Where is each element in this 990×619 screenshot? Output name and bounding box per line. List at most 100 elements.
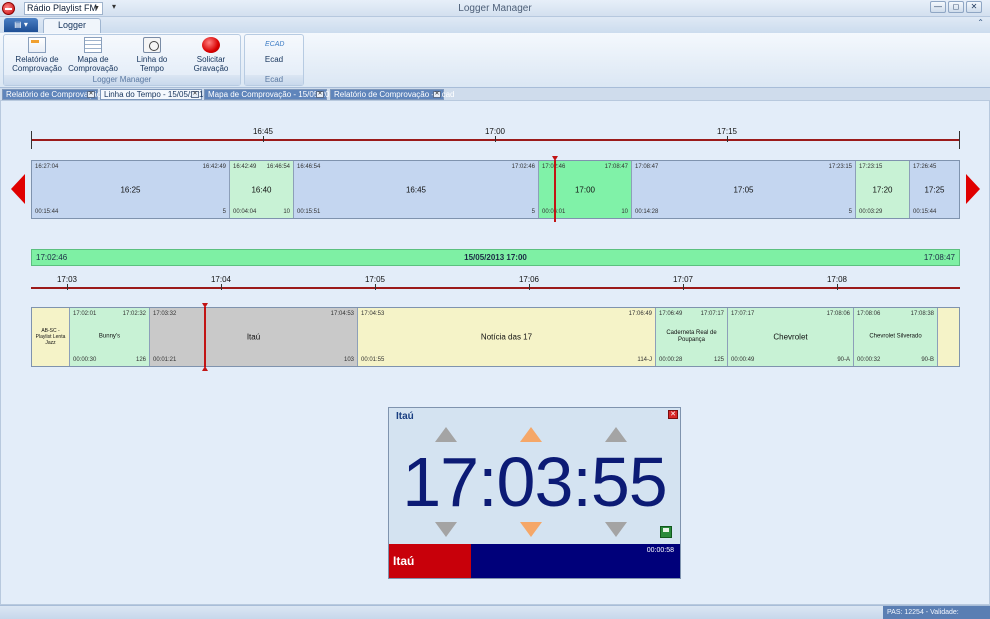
block-start-time: 17:26:45 bbox=[913, 164, 937, 170]
block-end-time: 17:04:53 bbox=[330, 311, 354, 317]
ribbon-collapse-icon[interactable]: ⌃ bbox=[977, 18, 984, 27]
block-start-time: 17:08:47 bbox=[635, 164, 659, 170]
block-code: 90-A bbox=[837, 357, 850, 363]
seconds-up-arrow-icon[interactable] bbox=[605, 427, 627, 442]
next-arrow-icon[interactable] bbox=[966, 174, 980, 204]
block-duration: 00:04:04 bbox=[233, 209, 257, 215]
block-code: 114-J bbox=[637, 357, 652, 363]
close-tab-icon[interactable]: ✕ bbox=[191, 91, 199, 98]
hours-down-arrow-icon[interactable] bbox=[435, 522, 457, 537]
now-playing-name: Itaú bbox=[389, 544, 471, 578]
block-start-time: 16:27:04 bbox=[35, 164, 59, 170]
block-start-time: 17:07:17 bbox=[731, 311, 755, 317]
spot-block[interactable]: 17:08:06 17:08:38 Chevrolet Silverado 00… bbox=[854, 308, 938, 366]
linha-do-tempo-button[interactable]: Linha do Tempo bbox=[124, 37, 180, 73]
close-tab-icon[interactable]: ✕ bbox=[87, 91, 95, 98]
ruler-tick bbox=[375, 284, 376, 290]
overview-playhead[interactable] bbox=[554, 160, 556, 222]
seconds-down-arrow-icon[interactable] bbox=[605, 522, 627, 537]
doc-tab-mapa[interactable]: Mapa de Comprovação - 15/05/2013 ✕ bbox=[204, 89, 338, 100]
block-end-time: 17:07:17 bbox=[700, 311, 724, 317]
playlist-block[interactable]: AB-SC - Playlist Lenta Jazz bbox=[32, 308, 70, 366]
block-end-time: 17:06:49 bbox=[628, 311, 652, 317]
ecad-label: Ecad bbox=[264, 55, 284, 64]
doc-tab-linha-do-tempo[interactable]: Linha do Tempo - 15/05/2013 ✕ bbox=[100, 89, 208, 100]
ribbon-group-label: Ecad bbox=[245, 75, 303, 85]
mapa-comprovacao-label: Mapa de Comprovação bbox=[68, 55, 118, 73]
ecad-icon: ECAD bbox=[265, 41, 285, 48]
block-duration: 00:15:44 bbox=[913, 209, 937, 215]
ruler-tick bbox=[837, 284, 838, 290]
ribbon: Relatório de Comprovação Mapa de Comprov… bbox=[0, 33, 990, 88]
block-start-time: 17:04:53 bbox=[361, 311, 385, 317]
spot-block[interactable]: 17:07:17 17:08:06 Chevrolet 00:00:49 90-… bbox=[728, 308, 854, 366]
selection-end-time: 17:08:47 bbox=[923, 253, 955, 262]
relatorio-comprovacao-button[interactable]: Relatório de Comprovação bbox=[10, 37, 64, 73]
tab-logger-manager[interactable]: Logger Manager bbox=[43, 18, 101, 43]
ruler-label: 17:07 bbox=[672, 275, 694, 284]
block-start-time: 17:08:06 bbox=[857, 311, 881, 317]
map-icon bbox=[84, 37, 102, 53]
close-tab-icon[interactable]: ✕ bbox=[316, 91, 324, 98]
previous-arrow-icon[interactable] bbox=[11, 174, 25, 204]
close-button[interactable]: ✕ bbox=[966, 1, 982, 13]
restore-button[interactable]: ◻ bbox=[948, 1, 964, 13]
block-title: Itaú bbox=[246, 332, 261, 342]
save-icon[interactable] bbox=[660, 526, 672, 538]
close-tab-icon[interactable]: ✕ bbox=[433, 91, 441, 98]
ruler-label: 16:45 bbox=[252, 127, 274, 136]
ruler-tick bbox=[67, 284, 68, 290]
now-playing-clock-panel: Itaú ✕ 17:03:55 Itaú 00:00:58 bbox=[388, 407, 681, 579]
minutes-up-arrow-icon[interactable] bbox=[520, 427, 542, 442]
ruler-label: 17:00 bbox=[484, 127, 506, 136]
block-title: 17:05 bbox=[733, 185, 754, 194]
program-block[interactable]: 17:08:47 17:23:15 17:05 00:14:28 5 bbox=[632, 161, 856, 218]
report-icon bbox=[28, 37, 46, 53]
block-title: 16:45 bbox=[405, 185, 427, 194]
ruler-label: 17:06 bbox=[518, 275, 540, 284]
selection-title: 15/05/2013 17:00 bbox=[464, 253, 527, 262]
block-title: Notícia das 17 bbox=[480, 332, 533, 342]
program-block-selected[interactable]: 17:02:46 17:08:47 17:00 00:06:01 10 bbox=[539, 161, 632, 218]
minimize-button[interactable]: — bbox=[930, 1, 946, 13]
playlist-block[interactable] bbox=[938, 308, 959, 366]
program-block[interactable]: 16:42:49 16:46:54 16:40 00:04:04 10 bbox=[230, 161, 294, 218]
doc-tab-relatorio[interactable]: Relatório de Comprovação ✕ bbox=[2, 89, 101, 100]
program-block[interactable]: 16:27:04 16:42:49 16:25 00:15:44 5 bbox=[32, 161, 230, 218]
block-start-time: 17:23:15 bbox=[859, 164, 883, 170]
block-end-time: 17:08:38 bbox=[910, 311, 934, 317]
doc-tab-relatorio-ecad[interactable]: Relatório de Comprovação - Ecad ✕ bbox=[330, 89, 455, 100]
solicitar-gravacao-label: Solicitar Gravação bbox=[193, 55, 229, 73]
program-block[interactable]: 17:23:15 17:20 00:03:29 bbox=[856, 161, 910, 218]
spot-block[interactable]: 17:02:01 17:02:32 Bunny's 00:00:30 126 bbox=[70, 308, 150, 366]
block-title: 16:25 bbox=[120, 185, 141, 194]
detail-playhead[interactable] bbox=[204, 307, 206, 367]
document-tab-strip: Relatório de Comprovação ✕ Linha do Temp… bbox=[0, 88, 990, 100]
solicitar-gravacao-button[interactable]: Solicitar Gravação bbox=[182, 37, 240, 73]
block-title: 16:40 bbox=[251, 185, 272, 194]
relatorio-comprovacao-label: Relatório de Comprovação bbox=[12, 55, 62, 73]
close-icon[interactable]: ✕ bbox=[668, 410, 678, 419]
ruler-tick bbox=[263, 136, 264, 142]
file-menu-button[interactable]: ▤ ▾ bbox=[4, 18, 38, 32]
window-title: Logger Manager bbox=[458, 3, 532, 14]
ruler-label: 17:03 bbox=[56, 275, 78, 284]
spot-block[interactable]: 17:06:49 17:07:17 Caderneta Real de Poup… bbox=[656, 308, 728, 366]
clock-time-display: 17:03:55 bbox=[402, 443, 667, 521]
ruler-label: 17:04 bbox=[210, 275, 232, 284]
program-block[interactable]: 16:46:54 17:02:46 16:45 00:15:51 5 bbox=[294, 161, 539, 218]
block-end-time: 17:02:46 bbox=[511, 164, 535, 170]
hours-up-arrow-icon[interactable] bbox=[435, 427, 457, 442]
block-code: 5 bbox=[531, 209, 535, 215]
mapa-comprovacao-button[interactable]: Mapa de Comprovação bbox=[68, 37, 118, 73]
spot-block-selected[interactable]: 17:03:32 17:04:53 Itaú 00:01:21 103 bbox=[150, 308, 358, 366]
minutes-down-arrow-icon[interactable] bbox=[520, 522, 542, 537]
status-bar: PAS: 12254 - Validade: 30/12/2078 bbox=[0, 605, 990, 619]
block-end-time: 17:23:15 bbox=[828, 164, 852, 170]
block-code: 5 bbox=[222, 209, 226, 215]
news-block[interactable]: 17:04:53 17:06:49 Notícia das 17 00:01:5… bbox=[358, 308, 656, 366]
ribbon-group-logger-manager: Relatório de Comprovação Mapa de Comprov… bbox=[3, 34, 241, 86]
ecad-button[interactable]: ECAD Ecad bbox=[253, 37, 295, 64]
block-code: 103 bbox=[343, 357, 354, 363]
program-block[interactable]: 17:26:45 17:25 00:15:44 bbox=[910, 161, 959, 218]
